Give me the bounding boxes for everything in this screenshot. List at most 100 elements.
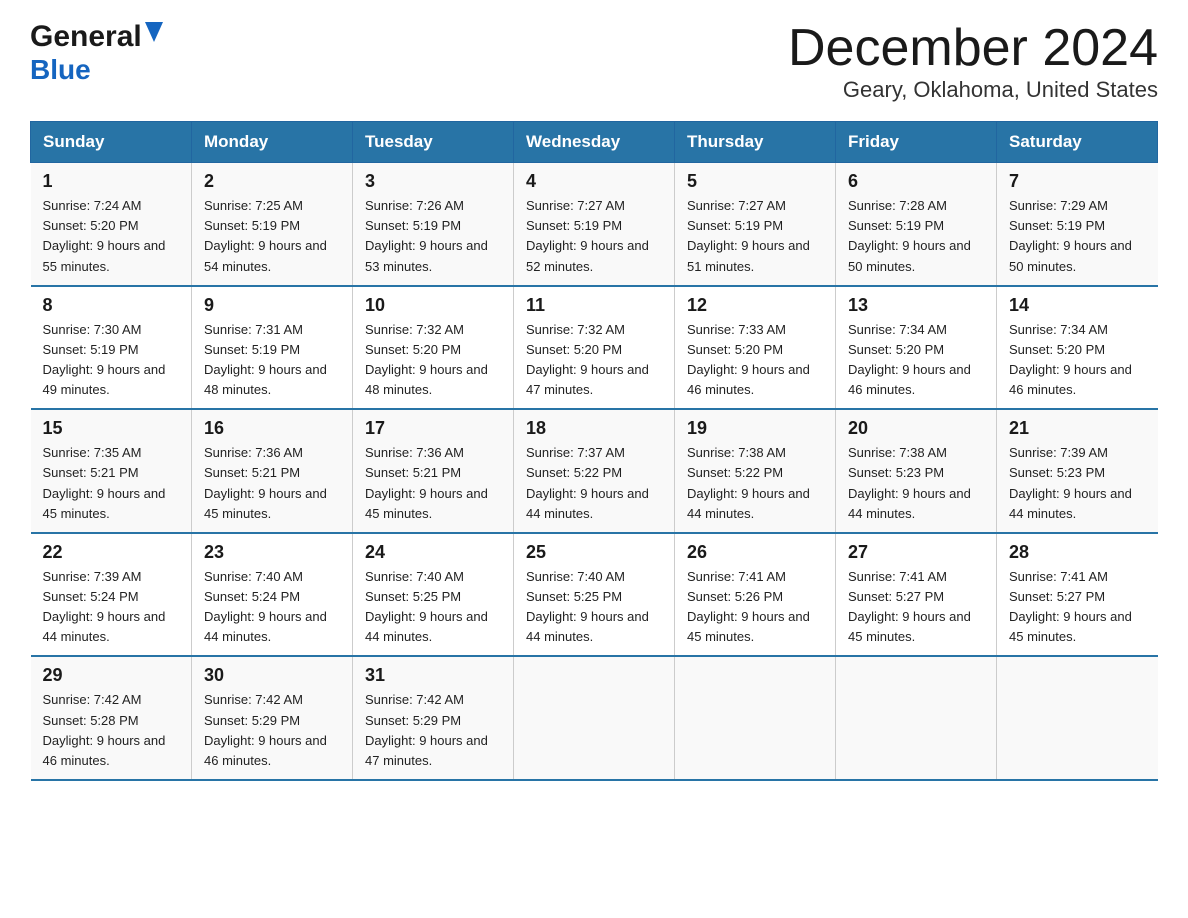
- table-row: 31 Sunrise: 7:42 AMSunset: 5:29 PMDayligh…: [353, 656, 514, 780]
- day-number: 12: [687, 295, 823, 316]
- day-number: 20: [848, 418, 984, 439]
- col-sunday: Sunday: [31, 122, 192, 163]
- day-info: Sunrise: 7:30 AMSunset: 5:19 PMDaylight:…: [43, 320, 180, 401]
- day-info: Sunrise: 7:32 AMSunset: 5:20 PMDaylight:…: [365, 320, 501, 401]
- day-info: Sunrise: 7:31 AMSunset: 5:19 PMDaylight:…: [204, 320, 340, 401]
- day-info: Sunrise: 7:34 AMSunset: 5:20 PMDaylight:…: [1009, 320, 1146, 401]
- table-row: 28Sunrise: 7:41 AMSunset: 5:27 PMDayligh…: [997, 533, 1158, 657]
- table-row: 13 Sunrise: 7:34 AMSunset: 5:20 PMDayligh…: [836, 286, 997, 410]
- day-number: 15: [43, 418, 180, 439]
- day-number: 19: [687, 418, 823, 439]
- title-block: December 2024 Geary, Oklahoma, United St…: [788, 20, 1158, 103]
- calendar-week-row: 15 Sunrise: 7:35 AMSunset: 5:21 PMDayligh…: [31, 409, 1158, 533]
- table-row: 26 Sunrise: 7:41 AMSunset: 5:26 PMDayligh…: [675, 533, 836, 657]
- day-info: Sunrise: 7:36 AMSunset: 5:21 PMDaylight:…: [204, 443, 340, 524]
- day-number: 25: [526, 542, 662, 563]
- calendar-week-row: 8 Sunrise: 7:30 AMSunset: 5:19 PMDaylight…: [31, 286, 1158, 410]
- col-thursday: Thursday: [675, 122, 836, 163]
- day-number: 18: [526, 418, 662, 439]
- day-number: 2: [204, 171, 340, 192]
- calendar-week-row: 29Sunrise: 7:42 AMSunset: 5:28 PMDayligh…: [31, 656, 1158, 780]
- day-info: Sunrise: 7:39 AMSunset: 5:23 PMDaylight:…: [1009, 443, 1146, 524]
- logo-arrow-icon: [143, 20, 165, 46]
- logo-blue-text: Blue: [30, 54, 91, 86]
- logo-general-text: General: [30, 20, 142, 54]
- day-number: 13: [848, 295, 984, 316]
- day-info: Sunrise: 7:34 AMSunset: 5:20 PMDaylight:…: [848, 320, 984, 401]
- table-row: 30 Sunrise: 7:42 AMSunset: 5:29 PMDayligh…: [192, 656, 353, 780]
- day-info: Sunrise: 7:38 AMSunset: 5:23 PMDaylight:…: [848, 443, 984, 524]
- table-row: 14 Sunrise: 7:34 AMSunset: 5:20 PMDayligh…: [997, 286, 1158, 410]
- table-row: [675, 656, 836, 780]
- day-info: Sunrise: 7:27 AMSunset: 5:19 PMDaylight:…: [687, 196, 823, 277]
- day-info: Sunrise: 7:40 AMSunset: 5:25 PMDaylight:…: [365, 567, 501, 648]
- day-info: Sunrise: 7:27 AMSunset: 5:19 PMDaylight:…: [526, 196, 662, 277]
- table-row: 22 Sunrise: 7:39 AMSunset: 5:24 PMDayligh…: [31, 533, 192, 657]
- table-row: 25Sunrise: 7:40 AMSunset: 5:25 PMDayligh…: [514, 533, 675, 657]
- day-info: Sunrise: 7:33 AMSunset: 5:20 PMDaylight:…: [687, 320, 823, 401]
- day-info: Sunrise: 7:42 AMSunset: 5:28 PMDaylight:…: [43, 690, 180, 771]
- day-number: 8: [43, 295, 180, 316]
- col-tuesday: Tuesday: [353, 122, 514, 163]
- day-info: Sunrise: 7:41 AMSunset: 5:26 PMDaylight:…: [687, 567, 823, 648]
- day-number: 14: [1009, 295, 1146, 316]
- table-row: 18 Sunrise: 7:37 AMSunset: 5:22 PMDayligh…: [514, 409, 675, 533]
- table-row: 9 Sunrise: 7:31 AMSunset: 5:19 PMDaylight…: [192, 286, 353, 410]
- day-info: Sunrise: 7:37 AMSunset: 5:22 PMDaylight:…: [526, 443, 662, 524]
- calendar-table: Sunday Monday Tuesday Wednesday Thursday…: [30, 121, 1158, 781]
- page-header: General Blue December 2024 Geary, Oklaho…: [30, 20, 1158, 103]
- table-row: 3 Sunrise: 7:26 AMSunset: 5:19 PMDaylight…: [353, 163, 514, 286]
- table-row: 15 Sunrise: 7:35 AMSunset: 5:21 PMDayligh…: [31, 409, 192, 533]
- day-info: Sunrise: 7:40 AMSunset: 5:24 PMDaylight:…: [204, 567, 340, 648]
- day-info: Sunrise: 7:28 AMSunset: 5:19 PMDaylight:…: [848, 196, 984, 277]
- day-number: 1: [43, 171, 180, 192]
- table-row: 11 Sunrise: 7:32 AMSunset: 5:20 PMDayligh…: [514, 286, 675, 410]
- day-info: Sunrise: 7:32 AMSunset: 5:20 PMDaylight:…: [526, 320, 662, 401]
- location-text: Geary, Oklahoma, United States: [788, 77, 1158, 103]
- day-number: 4: [526, 171, 662, 192]
- calendar-week-row: 22 Sunrise: 7:39 AMSunset: 5:24 PMDayligh…: [31, 533, 1158, 657]
- day-number: 23: [204, 542, 340, 563]
- day-number: 31: [365, 665, 501, 686]
- day-info: Sunrise: 7:41 AMSunset: 5:27 PMDaylight:…: [1009, 567, 1146, 648]
- day-info: Sunrise: 7:42 AMSunset: 5:29 PMDaylight:…: [204, 690, 340, 771]
- table-row: 24 Sunrise: 7:40 AMSunset: 5:25 PMDayligh…: [353, 533, 514, 657]
- month-year-heading: December 2024: [788, 20, 1158, 77]
- day-info: Sunrise: 7:25 AMSunset: 5:19 PMDaylight:…: [204, 196, 340, 277]
- day-number: 27: [848, 542, 984, 563]
- table-row: 17 Sunrise: 7:36 AMSunset: 5:21 PMDayligh…: [353, 409, 514, 533]
- day-number: 24: [365, 542, 501, 563]
- table-row: 6 Sunrise: 7:28 AMSunset: 5:19 PMDaylight…: [836, 163, 997, 286]
- col-monday: Monday: [192, 122, 353, 163]
- day-info: Sunrise: 7:35 AMSunset: 5:21 PMDaylight:…: [43, 443, 180, 524]
- table-row: [997, 656, 1158, 780]
- day-number: 7: [1009, 171, 1146, 192]
- table-row: 20 Sunrise: 7:38 AMSunset: 5:23 PMDayligh…: [836, 409, 997, 533]
- day-info: Sunrise: 7:36 AMSunset: 5:21 PMDaylight:…: [365, 443, 501, 524]
- day-info: Sunrise: 7:38 AMSunset: 5:22 PMDaylight:…: [687, 443, 823, 524]
- day-number: 17: [365, 418, 501, 439]
- day-number: 30: [204, 665, 340, 686]
- day-number: 11: [526, 295, 662, 316]
- day-number: 3: [365, 171, 501, 192]
- col-saturday: Saturday: [997, 122, 1158, 163]
- table-row: 8 Sunrise: 7:30 AMSunset: 5:19 PMDaylight…: [31, 286, 192, 410]
- day-info: Sunrise: 7:29 AMSunset: 5:19 PMDaylight:…: [1009, 196, 1146, 277]
- table-row: [836, 656, 997, 780]
- day-info: Sunrise: 7:26 AMSunset: 5:19 PMDaylight:…: [365, 196, 501, 277]
- table-row: 21Sunrise: 7:39 AMSunset: 5:23 PMDayligh…: [997, 409, 1158, 533]
- table-row: 4 Sunrise: 7:27 AMSunset: 5:19 PMDaylight…: [514, 163, 675, 286]
- day-info: Sunrise: 7:41 AMSunset: 5:27 PMDaylight:…: [848, 567, 984, 648]
- day-number: 26: [687, 542, 823, 563]
- table-row: [514, 656, 675, 780]
- day-info: Sunrise: 7:39 AMSunset: 5:24 PMDaylight:…: [43, 567, 180, 648]
- table-row: 27 Sunrise: 7:41 AMSunset: 5:27 PMDayligh…: [836, 533, 997, 657]
- col-wednesday: Wednesday: [514, 122, 675, 163]
- day-number: 6: [848, 171, 984, 192]
- day-info: Sunrise: 7:42 AMSunset: 5:29 PMDaylight:…: [365, 690, 501, 771]
- day-number: 22: [43, 542, 180, 563]
- day-info: Sunrise: 7:24 AMSunset: 5:20 PMDaylight:…: [43, 196, 180, 277]
- day-number: 9: [204, 295, 340, 316]
- day-number: 10: [365, 295, 501, 316]
- col-friday: Friday: [836, 122, 997, 163]
